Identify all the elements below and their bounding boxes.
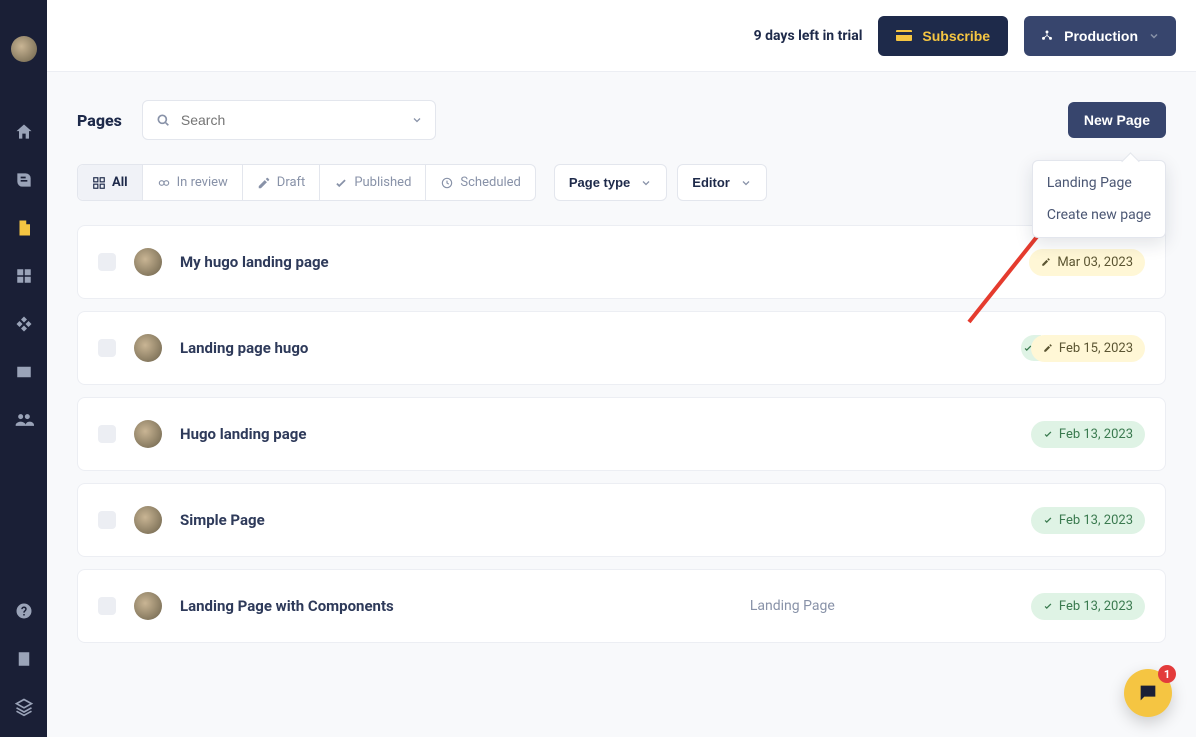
avatar[interactable] <box>11 36 37 62</box>
production-button[interactable]: Production <box>1024 16 1176 56</box>
segment-label: All <box>112 175 128 190</box>
row-type: Landing Page <box>590 598 835 614</box>
avatar <box>134 592 162 620</box>
row-date: Feb 13, 2023 <box>1059 513 1133 528</box>
home-icon[interactable] <box>14 122 34 142</box>
pages-icon[interactable] <box>14 218 34 238</box>
status-segments: All In review Draft Published Scheduled <box>77 164 536 201</box>
list-item[interactable]: My hugo landing page Mar 03, 2023 <box>77 225 1166 299</box>
check-icon <box>1043 515 1053 525</box>
filters: All In review Draft Published Scheduled … <box>47 152 1196 225</box>
credit-card-icon <box>896 30 912 41</box>
users-icon[interactable] <box>14 410 34 430</box>
sidebar-bottom <box>14 601 34 717</box>
status-badge: Feb 15, 2023 <box>1031 335 1145 362</box>
editor-dropdown[interactable]: Editor <box>677 164 767 201</box>
new-page-button[interactable]: New Page <box>1068 102 1166 138</box>
media-icon[interactable] <box>14 362 34 382</box>
segment-all[interactable]: All <box>78 165 143 200</box>
segment-label: Published <box>354 175 411 190</box>
chat-icon <box>1137 682 1159 704</box>
checkbox[interactable] <box>98 339 116 357</box>
page-header: Pages New Page Landing Page Create new p… <box>47 72 1196 152</box>
page-title: Pages <box>77 111 122 130</box>
segment-in-review[interactable]: In review <box>143 165 243 200</box>
segment-draft[interactable]: Draft <box>243 165 321 200</box>
help-icon[interactable] <box>14 601 34 621</box>
segment-published[interactable]: Published <box>320 165 426 200</box>
row-date: Feb 13, 2023 <box>1059 599 1133 614</box>
avatar <box>134 506 162 534</box>
docs-icon[interactable] <box>14 649 34 669</box>
page-type-dropdown[interactable]: Page type <box>554 164 667 201</box>
check-icon <box>334 176 348 190</box>
main-area: 9 days left in trial Subscribe Productio… <box>47 0 1196 643</box>
chat-unread-badge: 1 <box>1158 665 1176 683</box>
checkbox[interactable] <box>98 253 116 271</box>
chat-fab[interactable]: 1 <box>1124 669 1172 717</box>
sidebar <box>0 0 47 737</box>
components-icon[interactable] <box>14 266 34 286</box>
topbar: 9 days left in trial Subscribe Productio… <box>47 0 1196 72</box>
pages-list: My hugo landing page Mar 03, 2023 Landin… <box>47 225 1196 643</box>
segment-label: In review <box>177 175 228 190</box>
row-title: Landing Page with Components <box>180 597 394 615</box>
subscribe-label: Subscribe <box>922 28 990 44</box>
editor-label: Editor <box>692 175 730 190</box>
check-icon <box>1043 601 1053 611</box>
segment-scheduled[interactable]: Scheduled <box>426 165 534 200</box>
collections-icon[interactable] <box>14 314 34 334</box>
row-title: Hugo landing page <box>180 425 306 443</box>
grid-icon <box>92 176 106 190</box>
checkbox[interactable] <box>98 425 116 443</box>
list-item[interactable]: Simple Page Feb 13, 2023 <box>77 483 1166 557</box>
trial-text: 9 days left in trial <box>754 28 863 44</box>
avatar <box>134 248 162 276</box>
nodes-icon <box>1040 29 1054 43</box>
avatar <box>134 420 162 448</box>
status-badge: Mar 03, 2023 <box>1029 249 1145 276</box>
row-date: Feb 13, 2023 <box>1059 427 1133 442</box>
list-item[interactable]: Landing Page with Components Landing Pag… <box>77 569 1166 643</box>
pencil-icon <box>1043 343 1053 353</box>
avatar <box>134 334 162 362</box>
page-type-label: Page type <box>569 175 630 190</box>
sidebar-nav <box>14 122 34 430</box>
status-badge: Feb 13, 2023 <box>1031 507 1145 534</box>
row-title: Simple Page <box>180 511 265 529</box>
chevron-down-icon <box>740 177 752 189</box>
status-badge: Feb 13, 2023 <box>1031 593 1145 620</box>
row-date: Mar 03, 2023 <box>1057 255 1133 270</box>
chevron-down-icon[interactable] <box>411 114 423 126</box>
list-item[interactable]: Landing page hugo Feb 15, 2023 <box>77 311 1166 385</box>
production-label: Production <box>1064 28 1138 44</box>
list-item[interactable]: Hugo landing page Feb 13, 2023 <box>77 397 1166 471</box>
new-page-menu: Landing Page Create new page <box>1032 160 1166 238</box>
checkbox[interactable] <box>98 511 116 529</box>
search-box[interactable] <box>142 100 436 140</box>
eyes-icon <box>157 176 171 190</box>
menu-item-create-new-page[interactable]: Create new page <box>1033 199 1165 231</box>
segment-label: Draft <box>277 175 306 190</box>
stack-icon[interactable] <box>14 697 34 717</box>
status-badge: Feb 13, 2023 <box>1031 421 1145 448</box>
checkbox[interactable] <box>98 597 116 615</box>
check-icon <box>1043 429 1053 439</box>
search-input[interactable] <box>181 112 401 128</box>
pencil-icon <box>257 176 271 190</box>
search-icon <box>155 112 171 128</box>
row-title: Landing page hugo <box>180 339 308 357</box>
segment-label: Scheduled <box>460 175 520 190</box>
blog-icon[interactable] <box>14 170 34 190</box>
chevron-down-icon <box>1148 30 1160 42</box>
row-title: My hugo landing page <box>180 253 329 271</box>
menu-item-landing-page[interactable]: Landing Page <box>1033 167 1165 199</box>
chevron-down-icon <box>640 177 652 189</box>
row-date: Feb 15, 2023 <box>1059 341 1133 356</box>
pencil-icon <box>1041 257 1051 267</box>
subscribe-button[interactable]: Subscribe <box>878 16 1008 56</box>
clock-icon <box>440 176 454 190</box>
